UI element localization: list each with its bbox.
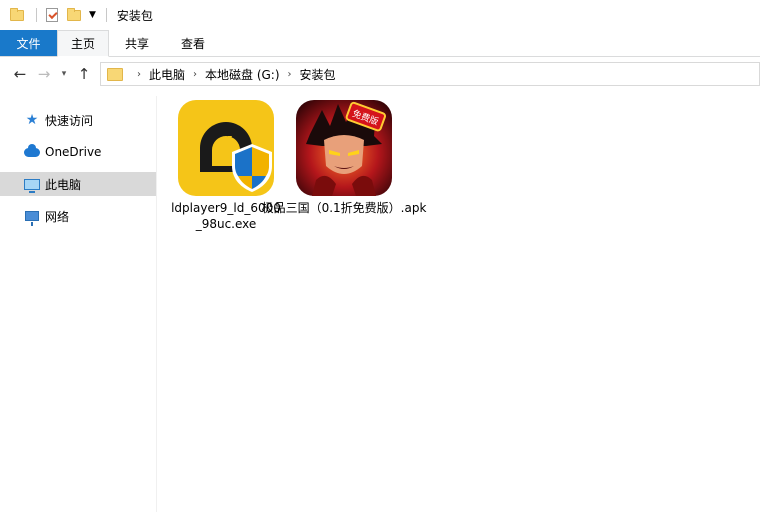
sidebar-item-label: 此电脑 [45, 177, 82, 192]
toolbar-separator [36, 8, 37, 22]
address-folder-icon [107, 67, 123, 81]
sidebar-item-label: OneDrive [45, 145, 102, 159]
file-item-game-apk[interactable]: 免费版 极品三国（0.1折免费版）.apk [262, 100, 426, 216]
ribbon-tabs: 文件 主页 共享 查看 [0, 30, 760, 57]
breadcrumb-this-pc[interactable]: 此电脑 [149, 66, 185, 83]
tab-share[interactable]: 共享 [109, 30, 165, 56]
up-arrow-icon[interactable]: ↑ [72, 62, 96, 86]
tab-home[interactable]: 主页 [57, 30, 109, 57]
game-icon: 免费版 [296, 100, 392, 196]
breadcrumb-chevron-icon[interactable]: › [288, 69, 292, 80]
sidebar-item-label: 网络 [45, 209, 70, 224]
breadcrumb-chevron-icon[interactable]: › [137, 69, 141, 80]
breadcrumb-current-folder[interactable]: 安装包 [300, 66, 336, 83]
sidebar-item-quick-access[interactable]: ★ 快速访问 [0, 108, 156, 132]
folder-icon [8, 6, 26, 24]
recent-locations-chevron-down-icon[interactable]: ▾ [56, 62, 72, 86]
title-bar: ▼ 安装包 [0, 0, 760, 30]
new-folder-icon[interactable] [65, 6, 83, 24]
sidebar-item-label: 快速访问 [45, 113, 94, 128]
tab-file[interactable]: 文件 [0, 30, 57, 56]
forward-arrow-icon[interactable]: → [32, 62, 56, 86]
breadcrumb-chevron-icon[interactable]: › [193, 69, 197, 80]
sidebar-item-network[interactable]: 网络 [0, 204, 156, 228]
ldplayer-icon [178, 100, 274, 196]
sidebar-item-this-pc[interactable]: 此电脑 [0, 172, 156, 196]
network-icon [24, 208, 40, 226]
sidebar-item-onedrive[interactable]: OneDrive [0, 140, 156, 164]
navigation-pane: ★ 快速访问 OneDrive 此电脑 网络 [0, 96, 157, 512]
tab-view[interactable]: 查看 [165, 30, 221, 56]
title-separator [105, 8, 107, 22]
star-icon: ★ [25, 112, 39, 128]
file-name: 极品三国（0.1折免费版）.apk [261, 201, 427, 215]
breadcrumb-local-disk[interactable]: 本地磁盘 (G:) [205, 66, 280, 83]
window-title: 安装包 [116, 8, 153, 23]
navigation-bar: ← → ▾ ↑ › 此电脑 › 本地磁盘 (G:) › 安装包 [0, 60, 760, 88]
file-explorer-window: ▼ 安装包 文件 主页 共享 查看 ← → ▾ ↑ › 此电脑 › 本地磁盘 (… [0, 0, 760, 512]
address-bar[interactable]: › 此电脑 › 本地磁盘 (G:) › 安装包 [100, 62, 760, 86]
properties-icon[interactable] [43, 6, 61, 24]
customize-toolbar-chevron-down-icon[interactable]: ▼ [89, 10, 96, 20]
cloud-icon [24, 143, 40, 160]
back-arrow-icon[interactable]: ← [8, 62, 32, 86]
computer-icon [24, 176, 40, 193]
file-list: ldplayer9_ld_6000_98uc.exe 免费版 极品三国（0.1折… [160, 96, 760, 512]
